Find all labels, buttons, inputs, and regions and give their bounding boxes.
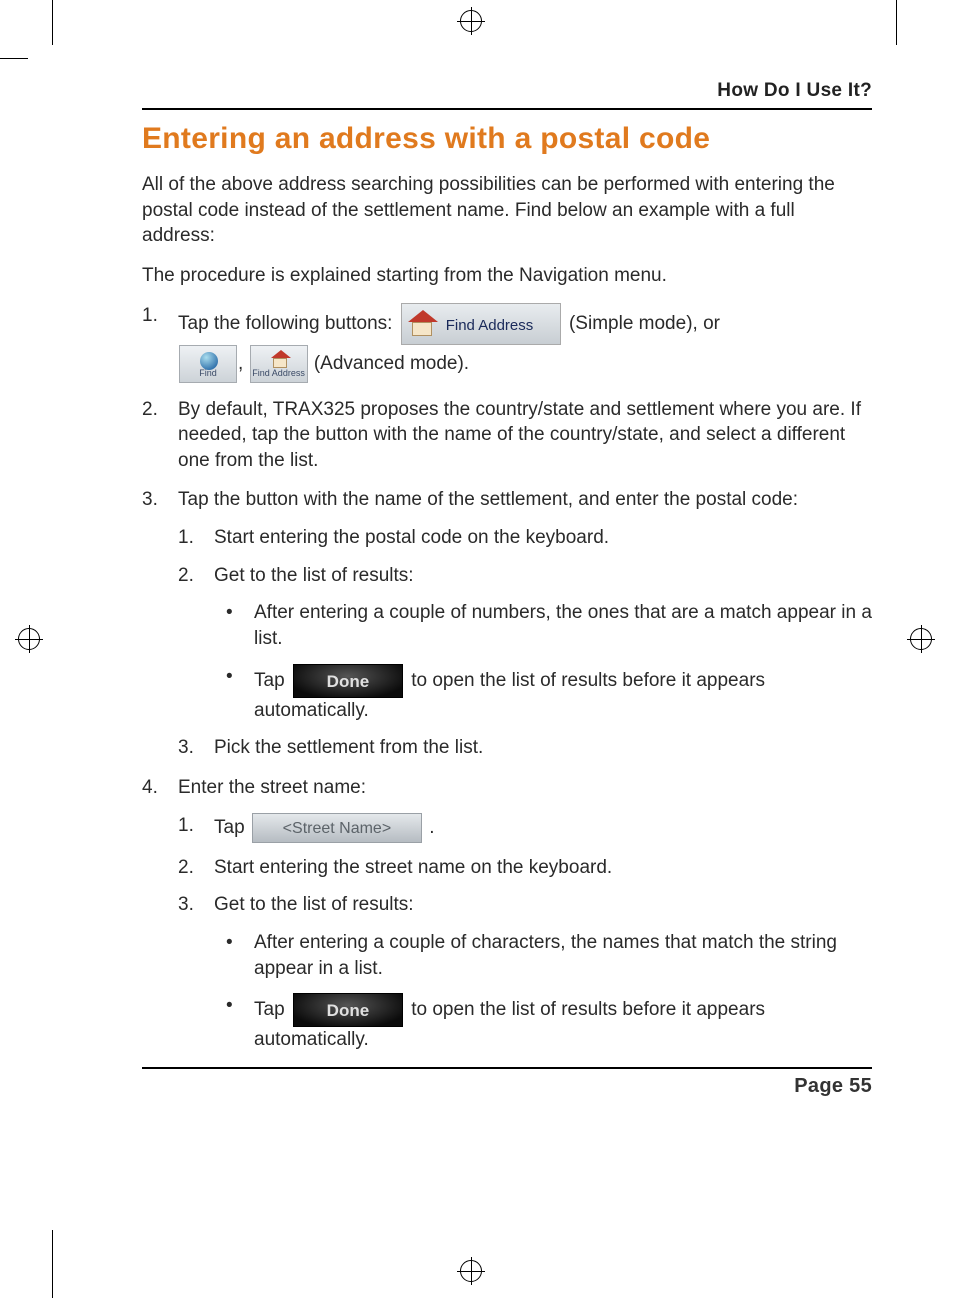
step-3: 3. Tap the button with the name of the s… [142, 487, 872, 760]
step-3-2: 2. Get to the list of results: After ent… [178, 563, 872, 724]
registration-mark-icon [460, 1260, 482, 1282]
step-number: 3. [178, 892, 194, 918]
bullet-pre: Tap [254, 999, 290, 1020]
page-title: Entering an address with a postal code [142, 122, 872, 156]
street-name-button[interactable]: <Street Name> [252, 813, 422, 843]
crop-mark [0, 58, 28, 59]
bullet-pre: Tap [254, 670, 290, 691]
step-3-2-text: Get to the list of results: [214, 565, 414, 586]
step-number: 1. [142, 303, 158, 329]
step-3-3: 3. Pick the settlement from the list. [178, 735, 872, 761]
page-content: How Do I Use It? Entering an address wit… [142, 80, 872, 1098]
step-number: 1. [178, 525, 194, 551]
step-4-3-text: Get to the list of results: [214, 894, 414, 915]
registration-mark-icon [910, 628, 932, 650]
step-3-3-text: Pick the settlement from the list. [214, 737, 483, 758]
house-icon [271, 350, 291, 368]
step-1-text-b: (Simple mode), or [569, 313, 720, 334]
page-number: Page 55 [142, 1075, 872, 1098]
step-2-text: By default, TRAX325 proposes the country… [178, 399, 861, 471]
registration-mark-icon [18, 628, 40, 650]
step-number: 2. [178, 563, 194, 589]
find-address-button[interactable]: Find Address [401, 303, 561, 345]
bullet-text: After entering a couple of numbers, the … [254, 602, 872, 649]
find-address-small-label: Find Address [251, 367, 307, 379]
step-1-text-a: Tap the following buttons: [178, 313, 398, 334]
crop-mark [52, 1230, 53, 1298]
done-button[interactable]: Done [293, 993, 403, 1027]
step-number: 2. [178, 855, 194, 881]
step-3-1-text: Start entering the postal code on the ke… [214, 527, 609, 548]
house-icon [408, 310, 438, 340]
step-4: 4. Enter the street name: 1. Tap <Street… [142, 775, 872, 1053]
step-number: 3. [142, 487, 158, 513]
step-number: 4. [142, 775, 158, 801]
intro-paragraph-2: The procedure is explained starting from… [142, 263, 872, 289]
find-address-small-button[interactable]: Find Address [250, 345, 308, 383]
step-4-1: 1. Tap <Street Name> . [178, 813, 872, 843]
step-1-text-c: (Advanced mode). [314, 353, 469, 374]
done-button[interactable]: Done [293, 664, 403, 698]
step-4-2-text: Start entering the street name on the ke… [214, 857, 612, 878]
crop-mark [52, 0, 53, 45]
step-3-2-bullet-b: Tap Done to open the list of results bef… [214, 664, 872, 724]
step-number: 3. [178, 735, 194, 761]
step-4-1-post: . [429, 817, 434, 838]
step-4-3-bullet-b: Tap Done to open the list of results bef… [214, 993, 872, 1053]
bullet-text: After entering a couple of characters, t… [254, 932, 837, 979]
step-1: 1. Tap the following buttons: Find Addre… [142, 303, 872, 383]
registration-mark-icon [460, 10, 482, 32]
rule [142, 1067, 872, 1069]
intro-paragraph-1: All of the above address searching possi… [142, 172, 872, 249]
crop-mark [896, 0, 897, 45]
step-4-lead: Enter the street name: [178, 777, 366, 798]
rule [142, 108, 872, 110]
find-label: Find [180, 367, 236, 379]
step-4-3-bullet-a: After entering a couple of characters, t… [214, 930, 872, 981]
find-address-label: Find Address [446, 316, 534, 336]
step-number: 2. [142, 397, 158, 423]
step-3-lead: Tap the button with the name of the sett… [178, 489, 798, 510]
step-4-2: 2. Start entering the street name on the… [178, 855, 872, 881]
step-3-2-bullet-a: After entering a couple of numbers, the … [214, 600, 872, 651]
step-4-1-pre: Tap [214, 817, 250, 838]
step-number: 1. [178, 813, 194, 839]
section-header: How Do I Use It? [142, 80, 872, 102]
step-3-1: 1. Start entering the postal code on the… [178, 525, 872, 551]
step-4-3: 3. Get to the list of results: After ent… [178, 892, 872, 1053]
step-2: 2. By default, TRAX325 proposes the coun… [142, 397, 872, 474]
find-button[interactable]: Find [179, 345, 237, 383]
